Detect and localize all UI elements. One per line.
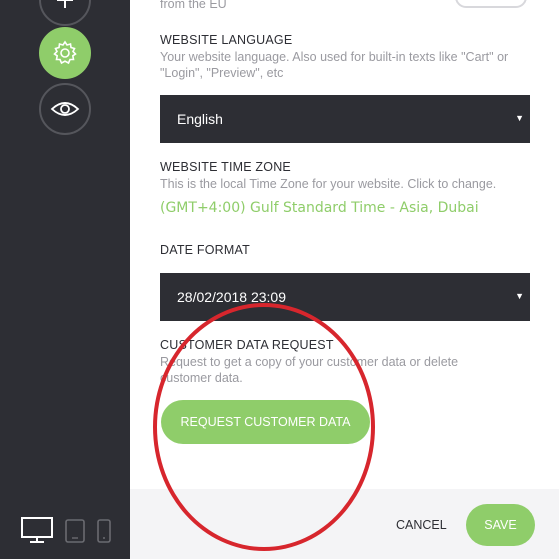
date-format-value: 28/02/2018 23:09 (177, 289, 286, 305)
mobile-icon[interactable] (96, 518, 112, 549)
date-format-select[interactable]: 28/02/2018 23:09 ▼ (160, 273, 530, 321)
preview-button[interactable] (39, 83, 91, 135)
tablet-icon[interactable] (64, 518, 86, 549)
gear-icon (52, 40, 78, 66)
add-button[interactable] (39, 0, 91, 26)
eu-toggle[interactable] (455, 0, 527, 8)
save-button[interactable]: SAVE (466, 504, 535, 546)
timezone-link[interactable]: (GMT+4:00) Gulf Standard Time - Asia, Du… (160, 200, 479, 216)
language-desc: Your website language. Also used for bui… (160, 50, 509, 80)
settings-button[interactable] (39, 27, 91, 79)
device-switcher (20, 516, 112, 549)
language-title: WEBSITE LANGUAGE (160, 33, 293, 47)
timezone-title: WEBSITE TIME ZONE (160, 160, 291, 174)
language-select[interactable]: English ▼ (160, 95, 530, 143)
desktop-icon[interactable] (20, 516, 54, 549)
language-value: English (177, 111, 223, 127)
settings-panel: from the EU WEBSITE LANGUAGE Your websit… (130, 0, 559, 559)
timezone-desc: This is the local Time Zone for your web… (160, 177, 497, 191)
plus-icon (54, 0, 76, 11)
eu-text: from the EU (160, 0, 227, 11)
sidebar (0, 0, 130, 559)
footer: CANCEL SAVE (130, 489, 559, 559)
chevron-down-icon: ▼ (515, 113, 524, 123)
customer-data-desc: Request to get a copy of your customer d… (160, 355, 459, 385)
eye-icon (50, 99, 80, 119)
chevron-down-icon: ▼ (515, 291, 524, 301)
request-customer-data-button[interactable]: REQUEST CUSTOMER DATA (161, 400, 370, 444)
date-format-title: DATE FORMAT (160, 243, 250, 257)
cancel-button[interactable]: CANCEL (396, 518, 447, 532)
customer-data-title: CUSTOMER DATA REQUEST (160, 338, 334, 352)
